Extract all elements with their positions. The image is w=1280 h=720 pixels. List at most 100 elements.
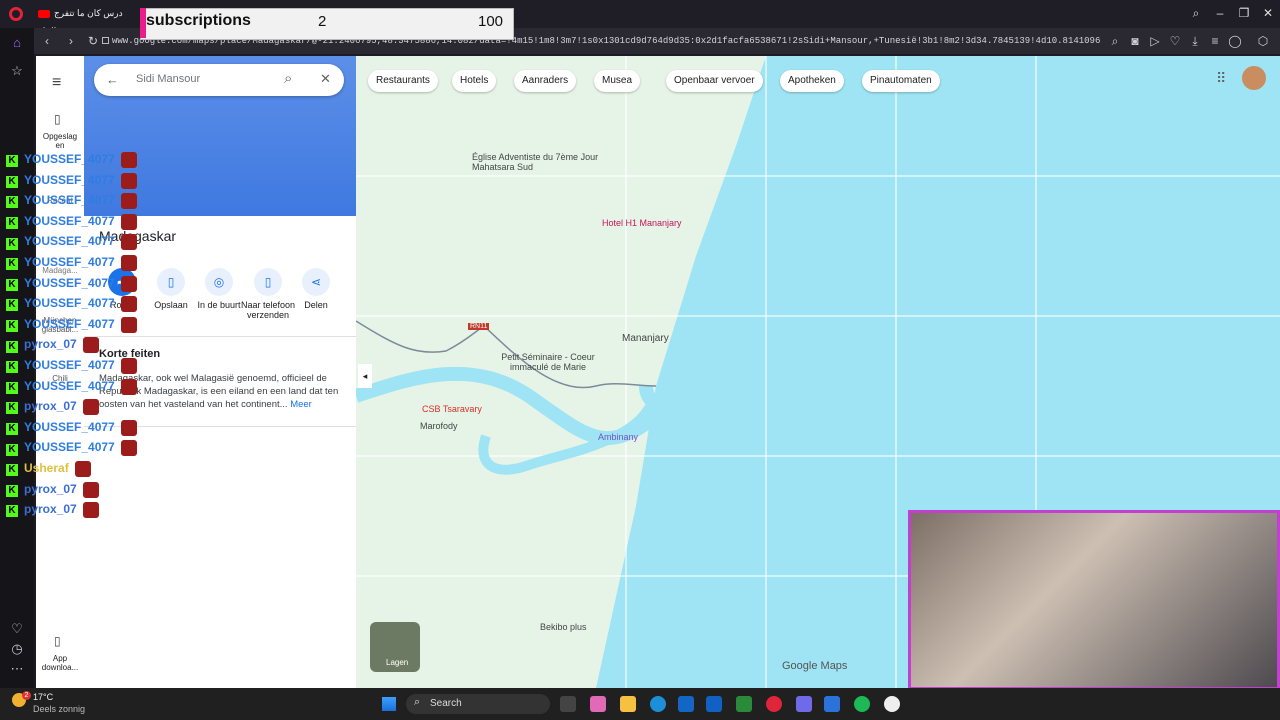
kick-badge-icon: K [6, 258, 18, 271]
download-icon[interactable]: ⤓ [1186, 32, 1204, 50]
kick-icon[interactable] [736, 696, 752, 712]
apps-grid-icon[interactable]: ⠿ [1216, 70, 1226, 87]
back-arrow-icon[interactable]: ← [106, 72, 119, 87]
hotel-label[interactable]: Hotel H1 Mananjary [602, 218, 682, 228]
search-box[interactable]: ← Sidi Mansour ⌕ ✕ [94, 64, 344, 96]
file-explorer-icon[interactable] [620, 696, 636, 712]
extensions-icon[interactable]: ⬡ [1254, 32, 1272, 50]
collapse-panel-button[interactable]: ◂ [358, 364, 372, 388]
star-icon[interactable]: ☆ [8, 62, 26, 80]
chat-username: YOUSSEF_4077 [24, 255, 115, 270]
outlook-icon[interactable] [706, 696, 722, 712]
weather-desc[interactable]: Deels zonnig [33, 704, 85, 714]
chip-highlights[interactable]: Aanraders [514, 70, 577, 92]
chat-username: YOUSSEF_4077 [24, 213, 115, 228]
layers-button[interactable]: Lagen [370, 622, 420, 672]
chip-restaurants[interactable]: Restaurants [368, 70, 438, 92]
kick-badge-icon: K [6, 422, 18, 435]
chat-username: YOUSSEF_4077 [24, 316, 115, 331]
kick-badge-icon: K [6, 443, 18, 456]
emote-icon [120, 234, 137, 251]
bekibo-label[interactable]: Bekibo plus [540, 622, 587, 632]
heart-icon[interactable]: ♡ [1166, 32, 1184, 50]
chip-transit[interactable]: Openbaar vervoer [666, 70, 763, 92]
store-icon[interactable] [678, 696, 694, 712]
discord-icon[interactable] [796, 696, 812, 712]
copilot-icon[interactable] [590, 696, 606, 712]
windows-start-icon[interactable] [382, 697, 396, 711]
chat-username: pyrox_07 [24, 399, 77, 414]
minimize-button[interactable]: – [1210, 4, 1230, 22]
opera-icon[interactable] [766, 696, 782, 712]
kick-badge-icon: K [6, 361, 18, 374]
kick-badge-icon: K [6, 237, 18, 250]
emote-icon [120, 275, 137, 292]
chat-username: YOUSSEF_4077 [24, 358, 115, 373]
share-button[interactable]: ⋖ Delen [286, 268, 346, 310]
history-icon[interactable]: ◷ [8, 640, 26, 658]
emote-icon [120, 152, 137, 168]
search-icon[interactable]: ⌕ [284, 70, 292, 87]
search-tabs-icon[interactable]: ⌕ [1186, 4, 1206, 22]
kick-badge-icon: K [6, 155, 18, 168]
seminary-label[interactable]: Petit Séminaire - Coeur immaculé de Mari… [488, 352, 608, 372]
town-label[interactable]: Mananjary [622, 333, 669, 344]
chat-username: YOUSSEF_4077 [24, 440, 115, 455]
chat-message: K YOUSSEF_4077 [6, 152, 137, 170]
menu-icon[interactable]: ≡ [52, 74, 61, 92]
hospital-label[interactable]: CSB Tsaravary [422, 404, 482, 414]
maximize-button[interactable]: ❐ [1234, 4, 1254, 22]
home-icon[interactable]: ⌂ [8, 34, 26, 52]
kick-badge-icon: K [6, 175, 18, 188]
chip-pharmacies[interactable]: Apotheken [780, 70, 844, 92]
close-icon[interactable]: ✕ [320, 71, 331, 87]
menu-icon[interactable]: ≡ [1206, 32, 1224, 50]
marofody-label[interactable]: Marofody [420, 421, 458, 431]
emote-icon [120, 213, 137, 230]
weather-temp[interactable]: 17°C [33, 692, 53, 702]
kick-badge-icon: K [6, 319, 18, 332]
more-link[interactable]: Meer [290, 399, 312, 410]
forward-icon[interactable]: › [62, 32, 80, 50]
spotify-icon[interactable] [854, 696, 870, 712]
bookmark-icon[interactable]: ▯ [54, 112, 61, 126]
emote-icon [82, 337, 99, 354]
chat-message: K YOUSSEF_4077 [6, 172, 137, 191]
avatar[interactable] [1242, 66, 1266, 90]
church-label[interactable]: Église Adventiste du 7ème Jour Mahatsara… [472, 152, 602, 172]
bookmark-icon: ▯ [157, 268, 185, 296]
search-icon[interactable]: ⌕ [1106, 32, 1124, 50]
heart-icon[interactable]: ♡ [8, 620, 26, 638]
opera-logo-icon[interactable] [9, 7, 23, 21]
reload-icon[interactable]: ↻ [84, 32, 102, 50]
chat-username: Usheraf [24, 461, 69, 476]
search-input[interactable]: Sidi Mansour [136, 73, 200, 85]
obs-icon[interactable] [884, 696, 900, 712]
saved-label[interactable]: Opgeslag en [38, 132, 82, 150]
divider [84, 336, 356, 337]
chat-message: Kpyrox_07 [6, 337, 99, 355]
task-view-icon[interactable] [560, 696, 576, 712]
play-icon[interactable]: ▷ [1146, 32, 1164, 50]
chip-hotels[interactable]: Hotels [452, 70, 497, 92]
profile-icon[interactable]: ◯ [1226, 32, 1244, 50]
back-icon[interactable]: ‹ [38, 32, 56, 50]
emote-icon [82, 502, 99, 519]
emote-icon [120, 255, 137, 271]
close-window-button[interactable]: ✕ [1258, 4, 1278, 22]
emote-icon [120, 172, 137, 189]
chip-museums[interactable]: Musea [594, 70, 641, 92]
app-icon[interactable] [824, 696, 840, 712]
kick-badge-icon: K [6, 299, 18, 312]
app-download-label[interactable]: App downloa... [36, 654, 84, 672]
road-label: RN11 [468, 323, 490, 330]
more-icon[interactable]: ⋯ [8, 660, 26, 678]
chip-atms[interactable]: Pinautomaten [862, 70, 940, 92]
tab-youtube[interactable]: درس كان ما تتفرج فالتيك [38, 4, 140, 36]
edge-icon[interactable] [650, 696, 666, 712]
phone-icon[interactable]: ▯ [54, 634, 61, 648]
taskbar-search[interactable]: ⌕ Search [406, 694, 550, 714]
ambinany-label[interactable]: Ambinany [598, 432, 638, 442]
camera-icon[interactable]: ◙ [1126, 32, 1144, 50]
emote-icon [120, 193, 137, 210]
